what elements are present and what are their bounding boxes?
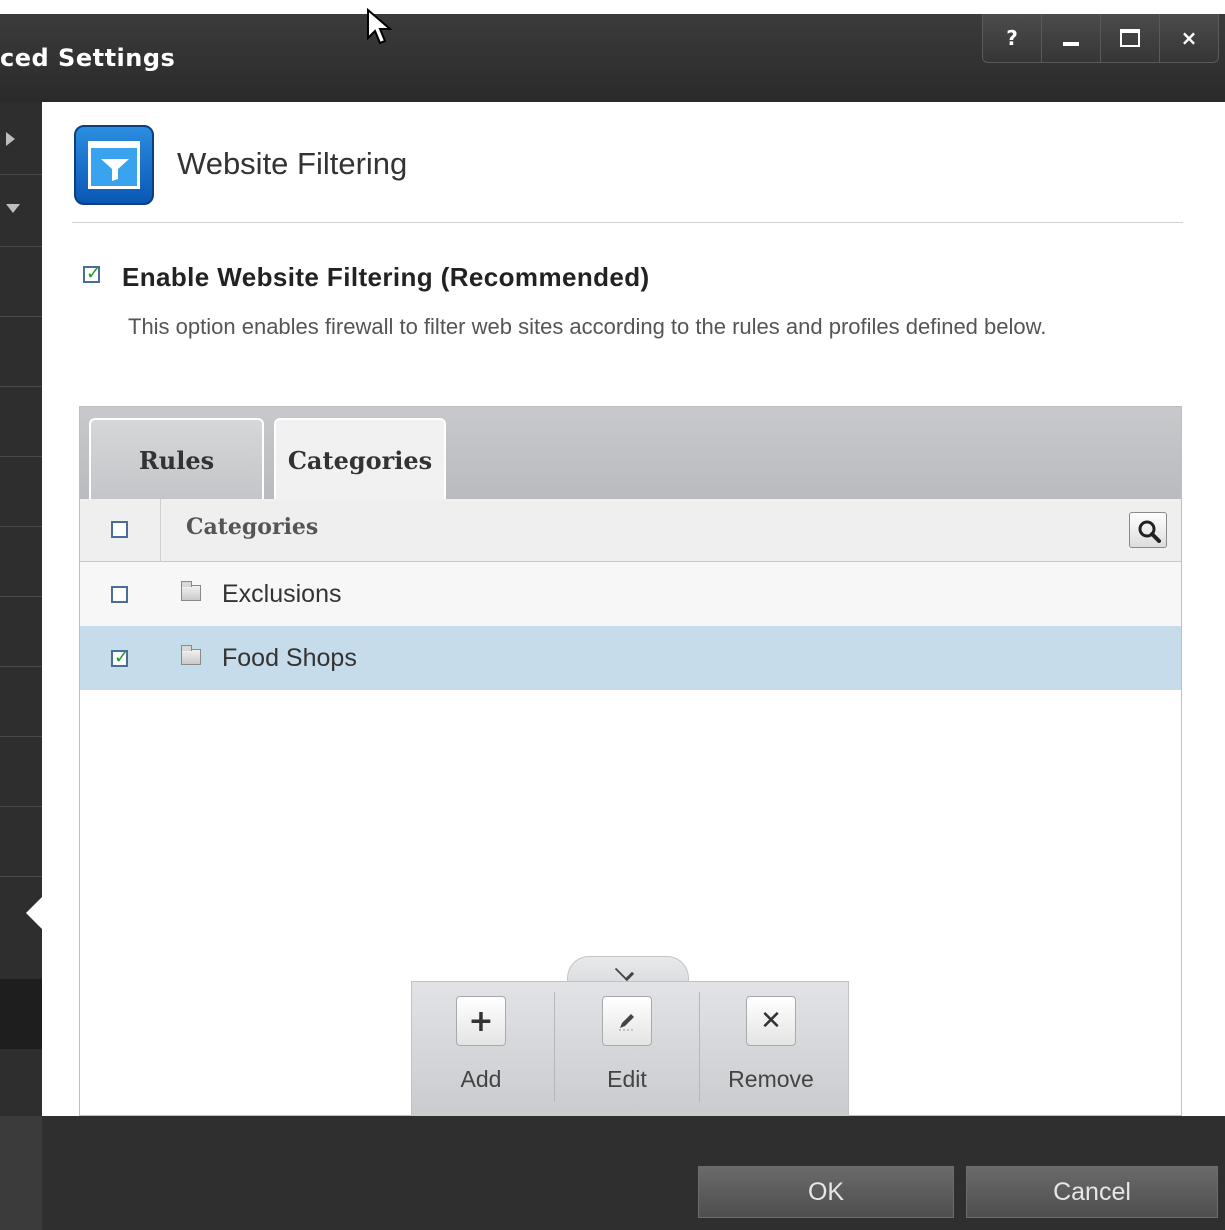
active-pointer-icon — [26, 895, 44, 931]
sidebar — [0, 102, 42, 1116]
footer-left-strip — [0, 1116, 42, 1230]
folder-icon — [181, 645, 201, 665]
remove-button[interactable]: ✕ Remove — [714, 996, 824, 1106]
sidebar-divider — [0, 666, 42, 667]
select-all-checkbox[interactable] — [111, 521, 128, 538]
tab-categories-label: Categories — [287, 445, 433, 475]
edit-button[interactable]: Edit — [570, 996, 680, 1106]
sidebar-divider — [0, 246, 42, 247]
cancel-button[interactable]: Cancel — [966, 1166, 1218, 1218]
enable-description: This option enables firewall to filter w… — [128, 314, 1047, 339]
row-label-exclusions: Exclusions — [222, 580, 342, 608]
column-divider — [160, 499, 161, 561]
tab-categories[interactable]: Categories — [274, 418, 446, 500]
sidebar-item-active[interactable] — [0, 979, 42, 1049]
close-icon: × — [1180, 26, 1198, 50]
enable-website-filtering-label[interactable]: Enable Website Filtering (Recommended) — [122, 262, 650, 293]
maximize-icon — [1120, 29, 1140, 47]
website-filter-icon — [74, 125, 154, 205]
checkmark-icon: ✓ — [114, 647, 130, 668]
row-checkbox-food-shops[interactable]: ✓ — [111, 647, 130, 668]
add-label: Add — [460, 1066, 502, 1092]
tab-rules[interactable]: Rules — [89, 418, 264, 500]
add-button[interactable]: + Add — [424, 996, 534, 1124]
minimize-button[interactable] — [1042, 14, 1101, 62]
expand-down-icon[interactable] — [6, 204, 20, 213]
search-button[interactable] — [1129, 512, 1167, 548]
minimize-icon — [1063, 42, 1079, 46]
sidebar-divider — [0, 386, 42, 387]
ok-button[interactable]: OK — [698, 1166, 954, 1218]
sidebar-divider — [0, 806, 42, 807]
ok-label: OK — [807, 1177, 845, 1206]
checkmark-icon: ✓ — [86, 263, 102, 284]
remove-label: Remove — [728, 1066, 814, 1092]
expand-right-icon[interactable] — [6, 132, 15, 146]
sidebar-divider — [0, 526, 42, 527]
column-header-categories[interactable]: Categories — [186, 514, 318, 540]
chevron-down-icon — [614, 961, 635, 982]
sidebar-divider — [0, 596, 42, 597]
sidebar-divider — [0, 316, 42, 317]
row-checkbox-exclusions[interactable] — [111, 586, 128, 603]
plus-icon: + — [456, 996, 506, 1046]
sidebar-divider — [0, 456, 42, 457]
action-toolbar: + Add Edit ✕ Remove — [411, 981, 849, 1124]
close-button[interactable]: × — [1160, 14, 1218, 62]
mouse-cursor-icon — [367, 8, 392, 45]
help-icon: ? — [1006, 26, 1018, 50]
row-label-food-shops: Food Shops — [222, 644, 357, 672]
maximize-button[interactable] — [1101, 14, 1160, 62]
page-title: Website Filtering — [177, 146, 408, 181]
toolbar-divider — [699, 992, 700, 1102]
window-title: ced Settings — [0, 44, 176, 72]
window-controls: ? × — [982, 14, 1219, 63]
title-bar-top-strip — [0, 0, 1225, 14]
edit-label: Edit — [607, 1066, 647, 1092]
remove-x-icon: ✕ — [746, 996, 796, 1046]
help-button[interactable]: ? — [983, 14, 1042, 62]
funnel-icon — [101, 159, 129, 181]
pencil-icon — [602, 996, 652, 1046]
sidebar-divider — [0, 174, 42, 175]
toolbar-divider — [554, 992, 555, 1102]
sidebar-divider — [0, 876, 42, 877]
tab-rules-label: Rules — [138, 445, 215, 475]
sidebar-divider — [0, 736, 42, 737]
search-icon — [1138, 520, 1161, 543]
header-divider — [72, 222, 1183, 223]
enable-website-filtering-checkbox[interactable]: ✓ — [83, 263, 102, 284]
folder-icon — [181, 581, 201, 601]
cancel-label: Cancel — [1053, 1177, 1131, 1206]
